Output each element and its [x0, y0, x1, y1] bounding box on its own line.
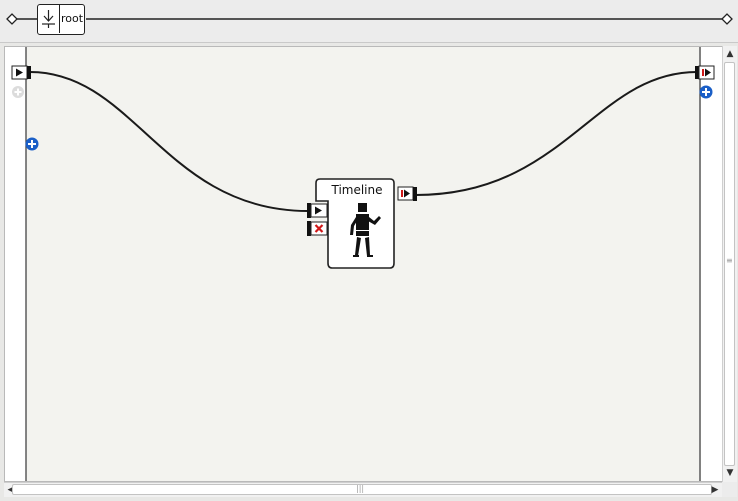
add-input-icon[interactable] — [25, 137, 39, 151]
scroll-down-arrow-icon[interactable]: ▼ — [723, 466, 737, 480]
horizontal-scrollbar[interactable]: ◀ ||| ▶ — [4, 482, 722, 497]
scroll-up-arrow-icon[interactable]: ▲ — [723, 47, 737, 61]
add-disabled-icon — [12, 86, 24, 98]
add-output-icon[interactable] — [699, 85, 713, 99]
vertical-grip-icon: ≡ — [726, 256, 733, 265]
scroll-right-arrow-icon[interactable]: ▶ — [708, 483, 722, 497]
breadcrumb-bar: root — [0, 0, 738, 43]
wire-timeline-to-stopped — [415, 71, 698, 196]
horizontal-grip-icon: ||| — [356, 484, 365, 493]
breadcrumb-track — [6, 13, 733, 25]
breadcrumb-root[interactable]: root — [37, 4, 85, 35]
breadcrumb-start-diamond — [6, 13, 18, 25]
scrollbar-corner — [722, 482, 737, 497]
behavior-root-icon — [38, 5, 60, 33]
timeline-title: Timeline — [331, 183, 383, 197]
breadcrumb-root-label: root — [61, 12, 84, 25]
right-io-rail — [701, 47, 722, 481]
play-port-icon[interactable] — [11, 65, 31, 80]
wire-play-to-timeline — [29, 71, 309, 212]
stop-input-icon[interactable] — [307, 221, 328, 236]
stopped-port-icon[interactable] — [695, 65, 715, 80]
vertical-scrollbar[interactable]: ▲ ≡ ▼ — [722, 46, 737, 482]
stopped-output-port[interactable] — [397, 186, 419, 204]
left-io-rail — [5, 47, 26, 481]
breadcrumb-end-diamond — [721, 13, 733, 25]
flow-diagram-canvas[interactable]: Timeline — [4, 46, 737, 482]
play-input-icon[interactable] — [307, 203, 328, 218]
